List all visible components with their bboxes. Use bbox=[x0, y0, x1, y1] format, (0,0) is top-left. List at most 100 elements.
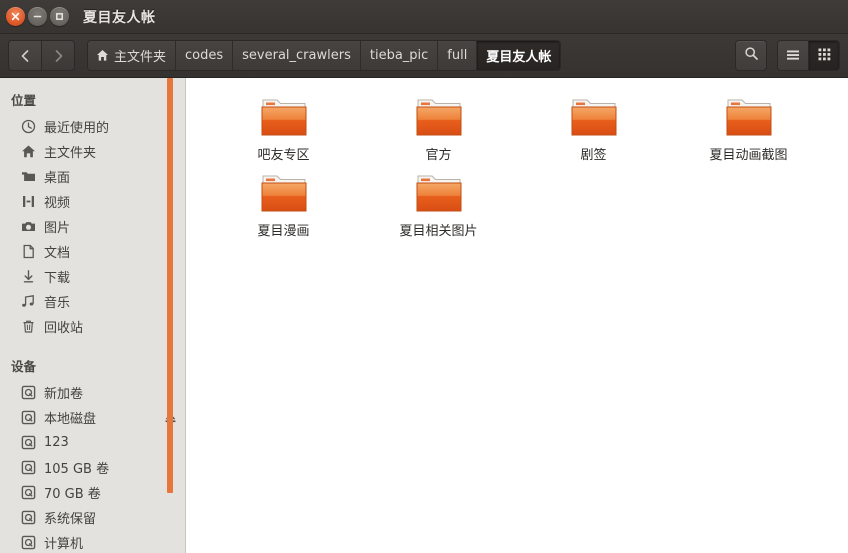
sidebar-item-trash[interactable]: 回收站 bbox=[0, 314, 185, 339]
sidebar-item-123[interactable]: 123 bbox=[0, 430, 185, 455]
sidebar-item-music[interactable]: 音乐 bbox=[0, 289, 185, 314]
folder-icon bbox=[259, 170, 309, 216]
drive-icon bbox=[20, 484, 37, 501]
sidebar-item-label: 音乐 bbox=[44, 296, 71, 311]
sidebar: 位置 最近使用的 主文件夹 桌面 视频 图片 文档 下载 音乐 回收站 设备 新… bbox=[0, 78, 186, 553]
file-item-label: 剧签 bbox=[580, 148, 607, 163]
trash-icon bbox=[20, 318, 37, 335]
toolbar-actions bbox=[735, 40, 840, 71]
list-view-button[interactable] bbox=[778, 41, 808, 70]
sidebar-item-desktop[interactable]: 桌面 bbox=[0, 164, 185, 189]
sidebar-item-label: 105 GB 卷 bbox=[44, 462, 110, 477]
home-icon bbox=[20, 143, 37, 160]
folder-icon bbox=[414, 170, 464, 216]
drive-icon bbox=[20, 509, 37, 526]
grid-view-button[interactable] bbox=[808, 41, 839, 70]
maximize-icon[interactable] bbox=[50, 7, 69, 26]
minimize-icon[interactable] bbox=[28, 7, 47, 26]
breadcrumb-item-tieba-pic[interactable]: tieba_pic bbox=[359, 41, 438, 70]
breadcrumb-item-several-crawlers[interactable]: several_crawlers bbox=[232, 41, 360, 70]
close-icon[interactable] bbox=[6, 7, 25, 26]
sidebar-item-downloads[interactable]: 下载 bbox=[0, 264, 185, 289]
drive-icon bbox=[20, 534, 37, 551]
file-item-label: 吧友专区 bbox=[257, 148, 310, 163]
clock-icon bbox=[20, 118, 37, 135]
file-item-label: 官方 bbox=[425, 148, 452, 163]
file-item[interactable]: 夏目相关图片 bbox=[361, 168, 516, 244]
sidebar-item-recent[interactable]: 最近使用的 bbox=[0, 114, 185, 139]
sidebar-item-label: 主文件夹 bbox=[44, 146, 97, 161]
file-item-label: 夏目漫画 bbox=[257, 224, 310, 239]
sidebar-item-local-disk[interactable]: 本地磁盘 bbox=[0, 405, 185, 430]
file-item[interactable]: 官方 bbox=[361, 92, 516, 168]
file-item[interactable]: 吧友专区 bbox=[206, 92, 361, 168]
sidebar-section-places-header: 位置 bbox=[11, 93, 37, 108]
camera-icon bbox=[20, 218, 37, 235]
sidebar-item-pictures[interactable]: 图片 bbox=[0, 214, 185, 239]
music-icon bbox=[20, 293, 37, 310]
sidebar-scrollbar-thumb[interactable] bbox=[167, 78, 173, 493]
search-icon bbox=[744, 46, 759, 65]
file-item[interactable]: 剧签 bbox=[516, 92, 671, 168]
toolbar: 主文件夹 codes several_crawlers tieba_pic fu… bbox=[0, 34, 848, 78]
sidebar-item-label: 70 GB 卷 bbox=[44, 487, 101, 502]
breadcrumb-label: 主文件夹 bbox=[114, 50, 167, 65]
film-icon bbox=[20, 193, 37, 210]
folder-icon bbox=[724, 94, 774, 140]
sidebar-item-computer[interactable]: 计算机 bbox=[0, 530, 185, 553]
file-item-label: 夏目相关图片 bbox=[399, 224, 478, 239]
sidebar-item-new-volume[interactable]: 新加卷 bbox=[0, 380, 185, 405]
sidebar-section-devices-header: 设备 bbox=[11, 359, 37, 374]
document-icon bbox=[20, 243, 37, 260]
sidebar-item-70gb-volume[interactable]: 70 GB 卷 bbox=[0, 480, 185, 505]
file-item-label: 夏目动画截图 bbox=[709, 148, 788, 163]
drive-icon bbox=[20, 384, 37, 401]
sidebar-scrollbar-track[interactable] bbox=[167, 78, 179, 553]
grid-icon bbox=[818, 46, 831, 65]
sidebar-item-documents[interactable]: 文档 bbox=[0, 239, 185, 264]
icon-grid: 吧友专区 官方 剧签 夏目动画截图 夏目漫画 夏目相关图片 bbox=[206, 92, 848, 244]
sidebar-item-label: 桌面 bbox=[44, 171, 71, 186]
window-body: 位置 最近使用的 主文件夹 桌面 视频 图片 文档 下载 音乐 回收站 设备 新… bbox=[0, 78, 848, 553]
folder-icon bbox=[20, 168, 37, 185]
breadcrumb: 主文件夹 codes several_crawlers tieba_pic fu… bbox=[87, 40, 562, 71]
sidebar-item-label: 计算机 bbox=[44, 537, 84, 552]
search-button[interactable] bbox=[735, 40, 767, 71]
file-manager-window: 夏目友人帐 主文件夹 codes several_crawlers tieba_… bbox=[0, 0, 848, 553]
sidebar-item-label: 视频 bbox=[44, 196, 71, 211]
folder-icon bbox=[259, 94, 309, 140]
sidebar-item-label: 本地磁盘 bbox=[44, 412, 97, 427]
sidebar-item-system-reserved[interactable]: 系统保留 bbox=[0, 505, 185, 530]
file-item[interactable]: 夏目动画截图 bbox=[671, 92, 826, 168]
sidebar-item-label: 图片 bbox=[44, 221, 71, 236]
view-mode-buttons bbox=[777, 40, 840, 71]
back-button[interactable] bbox=[9, 41, 41, 70]
sidebar-item-105gb-volume[interactable]: 105 GB 卷 bbox=[0, 455, 185, 480]
sidebar-item-videos[interactable]: 视频 bbox=[0, 189, 185, 214]
file-item[interactable]: 夏目漫画 bbox=[206, 168, 361, 244]
sidebar-item-home[interactable]: 主文件夹 bbox=[0, 139, 185, 164]
drive-icon bbox=[20, 434, 37, 451]
download-icon bbox=[20, 268, 37, 285]
sidebar-item-label: 123 bbox=[44, 435, 69, 450]
sidebar-item-label: 最近使用的 bbox=[44, 121, 110, 136]
breadcrumb-item-current[interactable]: 夏目友人帐 bbox=[476, 41, 561, 70]
file-list-area[interactable]: 吧友专区 官方 剧签 夏目动画截图 夏目漫画 夏目相关图片 bbox=[186, 78, 848, 553]
home-icon bbox=[96, 49, 109, 62]
sidebar-item-label: 回收站 bbox=[44, 321, 84, 336]
hamburger-icon bbox=[786, 46, 800, 65]
forward-button[interactable] bbox=[41, 41, 74, 70]
drive-icon bbox=[20, 459, 37, 476]
breadcrumb-item-codes[interactable]: codes bbox=[175, 41, 233, 70]
breadcrumb-item-home[interactable]: 主文件夹 bbox=[88, 41, 176, 70]
navigation-buttons bbox=[8, 40, 75, 71]
folder-icon bbox=[414, 94, 464, 140]
sidebar-item-label: 下载 bbox=[44, 271, 71, 286]
drive-icon bbox=[20, 409, 37, 426]
window-controls bbox=[6, 7, 69, 26]
breadcrumb-item-full[interactable]: full bbox=[437, 41, 477, 70]
sidebar-item-label: 新加卷 bbox=[44, 387, 84, 402]
title-bar: 夏目友人帐 bbox=[0, 0, 848, 34]
window-title: 夏目友人帐 bbox=[83, 9, 156, 26]
folder-icon bbox=[569, 94, 619, 140]
